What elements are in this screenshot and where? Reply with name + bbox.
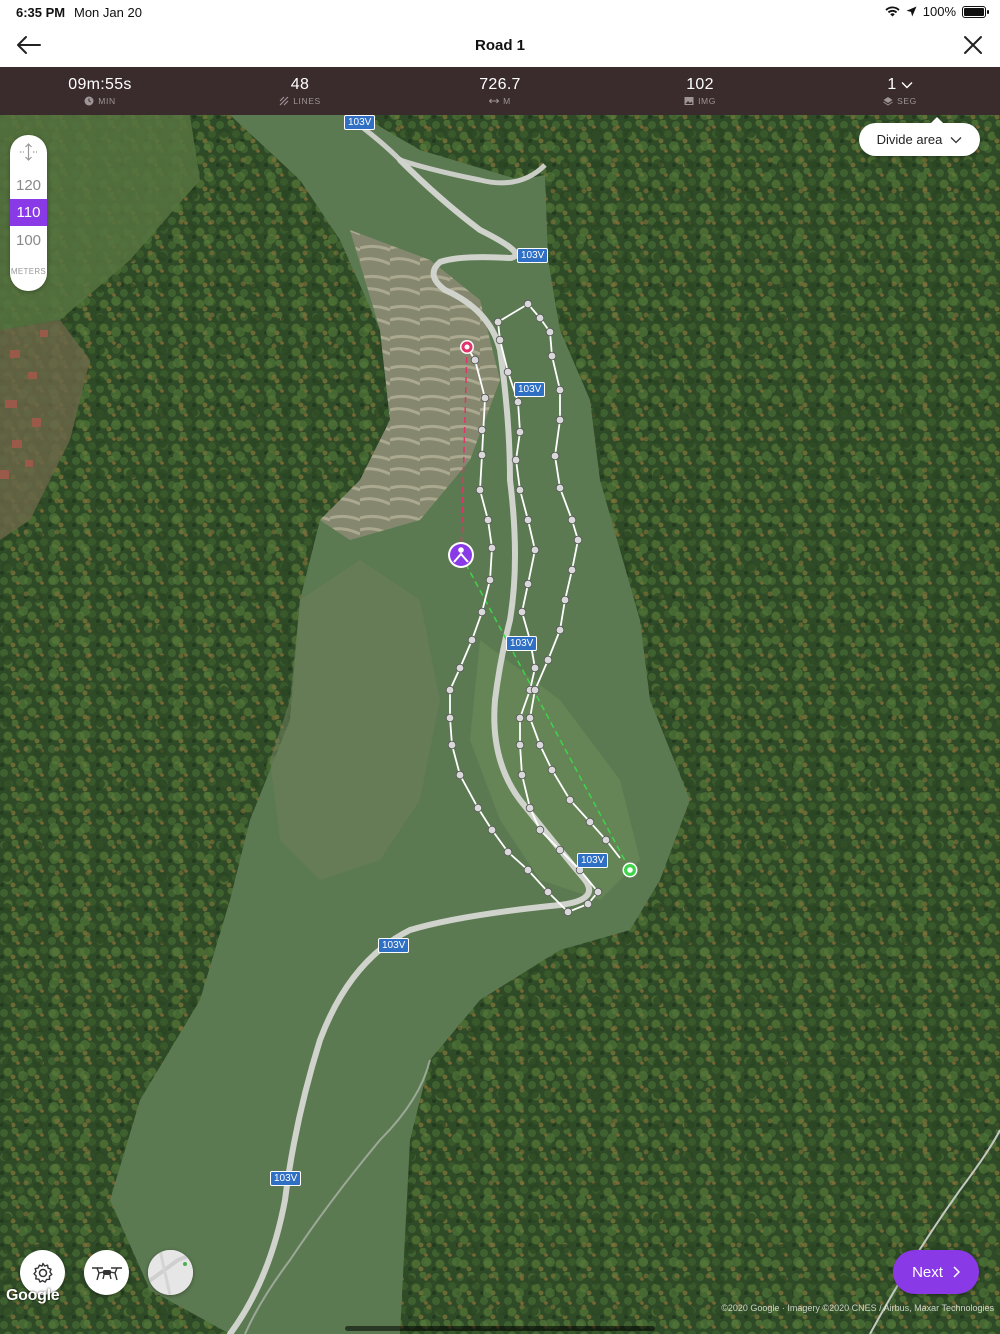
altitude-unit: METERS bbox=[10, 267, 47, 276]
stat-images: 102 IMG bbox=[600, 67, 800, 115]
chevron-down-icon bbox=[950, 136, 962, 143]
image-icon bbox=[684, 97, 694, 105]
status-date: Mon Jan 20 bbox=[74, 5, 142, 20]
clock-icon bbox=[84, 96, 94, 106]
chevron-right-icon bbox=[953, 1266, 960, 1278]
road-label: 103V bbox=[517, 248, 549, 263]
stat-value: 1 bbox=[887, 76, 897, 93]
map-type-button[interactable] bbox=[148, 1250, 193, 1295]
road-label: 103V bbox=[378, 938, 410, 953]
start-marker[interactable] bbox=[460, 340, 474, 354]
divide-area-button[interactable]: Divide area bbox=[859, 117, 980, 156]
wifi-icon bbox=[885, 6, 900, 17]
stat-label: LINES bbox=[293, 96, 321, 106]
battery-icon bbox=[962, 5, 989, 18]
road-label: 103V bbox=[514, 382, 546, 397]
stat-distance: 726.7 M bbox=[400, 67, 600, 115]
status-right: 100% bbox=[885, 4, 989, 19]
map-view[interactable]: 103V 103V 103V 103V 103V 103V 103V bbox=[0, 115, 1000, 1334]
drone-button[interactable] bbox=[84, 1250, 129, 1295]
close-icon[interactable] bbox=[960, 32, 986, 58]
stat-duration: 09m:55s MIN bbox=[0, 67, 200, 115]
altitude-icon bbox=[20, 143, 37, 161]
road-label: 103V bbox=[344, 115, 376, 130]
stat-label: IMG bbox=[698, 96, 716, 106]
stat-segments[interactable]: 1 SEG bbox=[800, 67, 1000, 115]
stat-value: 48 bbox=[290, 76, 310, 93]
stat-label: MIN bbox=[98, 96, 116, 106]
chevron-down-icon bbox=[901, 82, 913, 89]
altitude-picker[interactable]: 120 110 100 METERS bbox=[10, 135, 47, 291]
location-arrow-icon bbox=[906, 6, 917, 17]
altitude-option[interactable]: 120 bbox=[10, 172, 47, 199]
layers-icon bbox=[883, 97, 893, 106]
stat-lines: 48 LINES bbox=[200, 67, 400, 115]
stats-bar: 09m:55s MIN 48 LINES 726.7 M 102 IMG 1 S… bbox=[0, 67, 1000, 115]
lines-icon bbox=[279, 96, 289, 106]
road-label: 103V bbox=[506, 636, 538, 651]
end-marker[interactable] bbox=[622, 862, 638, 878]
stat-label: M bbox=[503, 96, 511, 106]
map-attribution: ©2020 Google · Imagery ©2020 CNES / Airb… bbox=[721, 1303, 994, 1313]
next-label: Next bbox=[912, 1263, 943, 1281]
stat-value: 726.7 bbox=[479, 76, 521, 93]
road-label: 103V bbox=[577, 853, 609, 868]
google-logo: Google bbox=[6, 1287, 60, 1304]
stat-value: 09m:55s bbox=[68, 76, 132, 93]
page-title: Road 1 bbox=[474, 37, 525, 54]
road-label: 103V bbox=[270, 1171, 302, 1186]
map-thumbnail-icon bbox=[148, 1250, 193, 1295]
drone-icon bbox=[91, 1266, 122, 1280]
satellite-map[interactable] bbox=[0, 115, 1000, 1334]
pilot-location-icon[interactable] bbox=[448, 542, 474, 568]
next-button[interactable]: Next bbox=[893, 1250, 979, 1294]
altitude-option[interactable]: 100 bbox=[10, 227, 47, 254]
stat-value: 102 bbox=[686, 76, 714, 93]
status-bar: 6:35 PM Mon Jan 20 100% bbox=[0, 0, 1000, 24]
battery-percent: 100% bbox=[922, 4, 956, 19]
home-indicator bbox=[345, 1326, 655, 1331]
altitude-option-selected[interactable]: 110 bbox=[10, 199, 47, 226]
stat-label: SEG bbox=[897, 96, 917, 106]
gear-icon bbox=[32, 1262, 52, 1283]
distance-icon bbox=[489, 98, 500, 104]
status-time: 6:35 PM bbox=[16, 5, 66, 20]
nav-bar: Road 1 bbox=[0, 24, 1000, 67]
divide-area-label: Divide area bbox=[876, 132, 943, 147]
